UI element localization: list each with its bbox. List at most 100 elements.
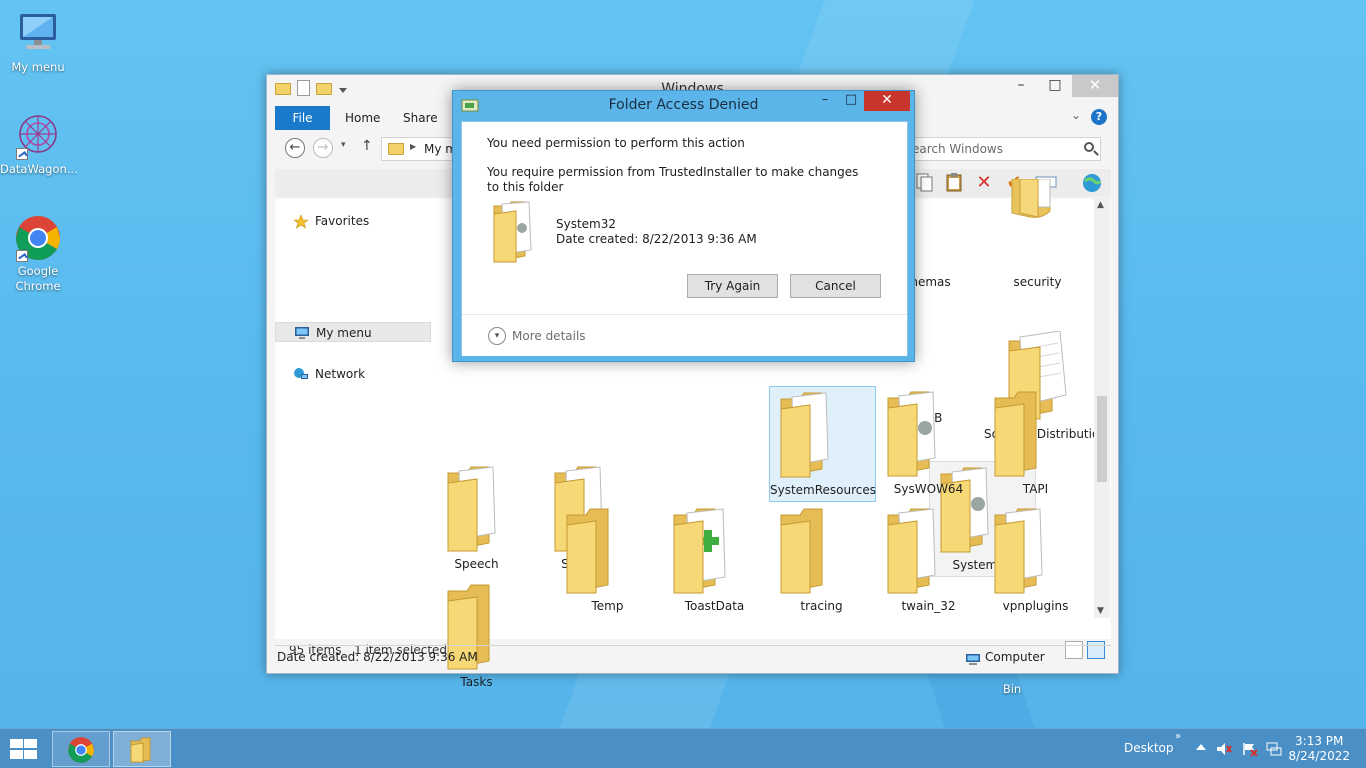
- computer-icon: [294, 326, 310, 340]
- folder-icon: [994, 391, 1037, 477]
- folder-item[interactable]: tracing: [768, 503, 875, 619]
- clock-time: 3:13 PM: [1295, 734, 1344, 748]
- folder-label: ToastData: [684, 599, 745, 613]
- folder-label: tracing: [800, 599, 843, 613]
- back-button[interactable]: ←: [285, 138, 305, 158]
- nav-item-my-menu[interactable]: My menu: [275, 322, 431, 342]
- dialog-message-primary: You need permission to perform this acti…: [487, 136, 745, 150]
- desktop-icon-label: My menu: [11, 60, 65, 74]
- folder-label: TAPI: [1022, 482, 1049, 496]
- tab-home[interactable]: Home: [345, 111, 380, 125]
- desktop-icon-recycle-bin[interactable]: Bin: [974, 682, 1050, 697]
- toolbar-expand-icon[interactable]: »: [1175, 731, 1181, 742]
- help-icon[interactable]: ?: [1091, 109, 1107, 125]
- taskbar: Desktop » 3:13 PM 8/24/2022: [0, 728, 1366, 768]
- network-icon[interactable]: [1266, 742, 1282, 756]
- computer-icon: [14, 10, 62, 58]
- chevron-right-icon[interactable]: ▶: [410, 142, 416, 151]
- status-bar-bottom: Date created: 8/22/2013 9:36 AM Computer: [275, 645, 1111, 667]
- maximize-button[interactable]: □: [1038, 75, 1072, 97]
- minimize-button[interactable]: –: [1004, 75, 1038, 97]
- windows-logo-pane: [10, 750, 23, 759]
- folder-icon: [780, 392, 829, 478]
- folder-label: SysWOW64: [893, 482, 964, 496]
- folder-item[interactable]: ToastData: [661, 503, 768, 619]
- system-clock[interactable]: 3:13 PM 8/24/2022: [1288, 734, 1350, 764]
- folder-item[interactable]: Tasks: [423, 579, 530, 695]
- nav-item-label: Network: [315, 367, 366, 381]
- show-hidden-icons-button[interactable]: [1196, 744, 1206, 750]
- windows-logo-pane: [24, 750, 37, 759]
- folder-item[interactable]: security: [984, 179, 1091, 295]
- dialog-minimize-button[interactable]: –: [812, 91, 838, 111]
- folder-item[interactable]: twain_32: [875, 503, 982, 619]
- folder-item-selected[interactable]: SystemResources: [769, 386, 876, 502]
- folder-item[interactable]: vpnplugins: [982, 503, 1089, 619]
- navigation-pane: Favorites My menu Network: [275, 199, 435, 639]
- search-icon[interactable]: [1084, 142, 1094, 152]
- folder-item[interactable]: Speech: [423, 461, 530, 577]
- start-button[interactable]: [8, 739, 38, 761]
- toastdata-folder-icon: [673, 508, 726, 594]
- desktop-toolbar-label[interactable]: Desktop: [1124, 741, 1174, 755]
- scroll-up-icon[interactable]: ▲: [1097, 200, 1104, 210]
- chrome-icon: [14, 214, 62, 262]
- more-details-link[interactable]: More details: [512, 329, 586, 343]
- desktop-icon-label: Bin: [1002, 682, 1022, 696]
- dialog-maximize-button[interactable]: □: [838, 91, 864, 111]
- folder-icon: [994, 508, 1043, 594]
- nav-item-label: Favorites: [315, 214, 370, 228]
- action-center-flag-icon[interactable]: [1242, 742, 1258, 757]
- up-arrow-icon[interactable]: ↑: [361, 138, 373, 154]
- taskbar-app-file-explorer[interactable]: [113, 731, 171, 767]
- cancel-button[interactable]: Cancel: [790, 274, 881, 298]
- folder-item[interactable]: SysWOW64: [875, 386, 982, 502]
- dialog-message-secondary: You require permission from TrustedInsta…: [487, 165, 859, 194]
- folder-icon: [1011, 179, 1051, 218]
- folder-label: twain_32: [901, 599, 956, 613]
- dialog-folder-name: System32: [556, 217, 617, 231]
- tab-share[interactable]: Share: [403, 111, 438, 125]
- tab-file[interactable]: File: [275, 106, 330, 130]
- close-button[interactable]: ✕: [1072, 75, 1118, 97]
- try-again-button[interactable]: Try Again: [687, 274, 778, 298]
- chrome-icon: [68, 737, 94, 763]
- dialog-folder-date: Date created: 8/22/2013 9:36 AM: [556, 232, 757, 246]
- folder-icon: [780, 508, 823, 594]
- folder-label: Tasks: [460, 675, 493, 689]
- folder-label: vpnplugins: [1002, 599, 1069, 613]
- ribbon-expand-icon[interactable]: ⌄: [1071, 108, 1081, 122]
- desktop-icon-my-menu[interactable]: My menu: [0, 10, 76, 75]
- search-placeholder: earch Windows: [912, 142, 1003, 156]
- folder-label: Speech: [454, 557, 499, 571]
- folder-item[interactable]: Temp: [554, 503, 661, 619]
- vertical-scrollbar[interactable]: ▲ ▼: [1094, 198, 1110, 618]
- search-input[interactable]: earch Windows: [905, 137, 1101, 161]
- status-date-created: Date created: 8/22/2013 9:36 AM: [277, 650, 478, 664]
- datawagon-icon: [14, 112, 62, 160]
- folder-icon: [388, 143, 404, 155]
- desktop-icon-google-chrome[interactable]: Google Chrome: [0, 214, 76, 294]
- network-icon: [293, 367, 309, 381]
- folder-icon: [566, 508, 609, 594]
- recent-locations-icon[interactable]: ▾: [341, 140, 346, 150]
- taskbar-app-chrome[interactable]: [52, 731, 110, 767]
- volume-muted-icon[interactable]: [1216, 742, 1232, 756]
- desktop-icon-label: DataWagon...: [0, 162, 78, 176]
- scroll-thumb[interactable]: [1097, 396, 1107, 482]
- dialog-close-button[interactable]: ✕: [864, 91, 910, 111]
- nav-item-label: My menu: [316, 326, 372, 340]
- desktop-icon-datawagon[interactable]: DataWagon...: [0, 112, 78, 177]
- system-folder-icon: [492, 200, 542, 264]
- folder-label: security: [1013, 275, 1062, 289]
- chevron-down-icon[interactable]: ▾: [488, 327, 506, 345]
- desktop-icon-label: Google Chrome: [15, 264, 61, 293]
- star-icon: [293, 214, 309, 229]
- shortcut-arrow-icon: [16, 148, 28, 160]
- nav-item-network[interactable]: Network: [293, 364, 365, 384]
- folder-item[interactable]: TAPI: [982, 386, 1089, 502]
- window-controls: – □ ✕: [1004, 75, 1118, 97]
- scroll-down-icon[interactable]: ▼: [1097, 606, 1104, 616]
- forward-button[interactable]: →: [313, 138, 333, 158]
- nav-item-favorites[interactable]: Favorites: [293, 211, 369, 231]
